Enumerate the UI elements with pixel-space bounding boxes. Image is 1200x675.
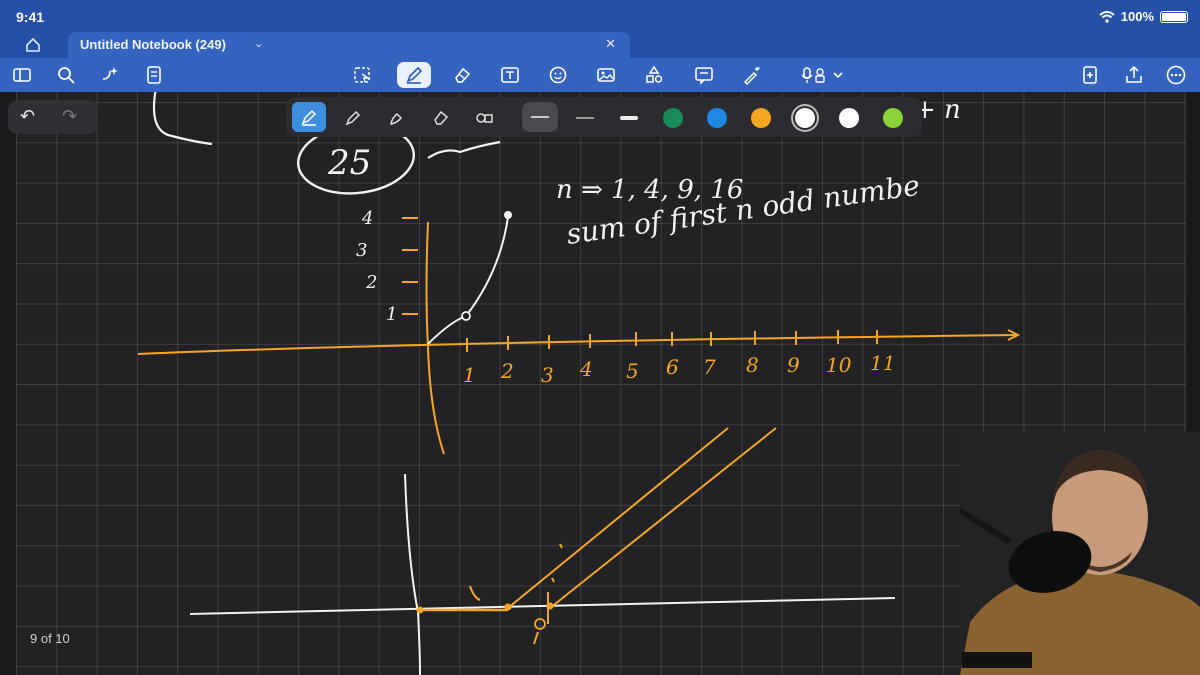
x-tick-label: 8 — [746, 353, 759, 377]
share-icon[interactable] — [1122, 63, 1146, 87]
x-tick-label: 6 — [666, 355, 679, 379]
shapes-icon[interactable] — [472, 105, 498, 131]
notebook-canvas[interactable]: 25 + n n ⇒ 1, 4, 9, 16 sum of first n od… — [0, 92, 1200, 675]
laser-pointer-icon[interactable] — [740, 63, 764, 87]
thickness-bold-button[interactable] — [616, 105, 642, 131]
color-swatch-lime[interactable] — [883, 108, 903, 128]
pen-options-strip — [286, 97, 922, 137]
undo-redo-group: ↶ ↷ — [8, 100, 98, 134]
close-icon[interactable]: ✕ — [605, 36, 616, 52]
chevron-down-icon[interactable]: ⌄ — [254, 37, 263, 50]
more-icon[interactable] — [1164, 63, 1188, 87]
undo-icon[interactable]: ↶ — [20, 106, 35, 127]
tab-title: Untitled Notebook (249) — [80, 37, 226, 52]
search-icon[interactable] — [54, 63, 78, 87]
lasso-icon[interactable] — [350, 63, 374, 87]
circled-number: 25 — [327, 143, 371, 183]
sticker-icon[interactable] — [546, 63, 570, 87]
x-tick-label: 2 — [500, 359, 514, 383]
x-tick-label: 10 — [826, 353, 852, 377]
comment-icon[interactable] — [692, 63, 716, 87]
x-tick-labels: 1 2 3 4 5 6 7 8 9 10 11 — [463, 351, 895, 387]
webcam-overlay — [960, 432, 1200, 675]
x-tick-label: 1 — [463, 363, 476, 387]
brush-pen-icon[interactable] — [384, 105, 410, 131]
pen-icon[interactable] — [397, 62, 431, 88]
x-tick-label: 9 — [787, 353, 800, 377]
shapes-icon[interactable] — [642, 63, 666, 87]
thickness-fine-button[interactable] — [522, 102, 558, 132]
document-icon[interactable] — [142, 63, 166, 87]
eraser-icon[interactable] — [428, 105, 454, 131]
home-icon[interactable] — [24, 36, 42, 54]
y-tick-label: 1 — [386, 304, 397, 325]
color-swatch-white[interactable] — [839, 108, 859, 128]
y-tick-label: 2 — [365, 272, 377, 293]
y-tick-label: 3 — [356, 240, 367, 261]
x-tick-label: 11 — [870, 351, 895, 375]
tab-bar: Untitled Notebook (249) ⌄ ✕ — [0, 32, 1200, 58]
add-page-icon[interactable] — [1078, 63, 1102, 87]
status-bar: 9:41 100% — [0, 0, 1200, 32]
y-tick-labels: 4 3 2 1 — [356, 208, 397, 325]
x-tick-label: 7 — [703, 355, 716, 379]
sparkle-icon[interactable] — [98, 63, 122, 87]
thickness-medium-button[interactable] — [572, 105, 598, 131]
battery-icon — [1160, 10, 1188, 23]
redo-icon[interactable]: ↷ — [62, 106, 77, 127]
sidebar-icon[interactable] — [10, 63, 34, 87]
color-swatch-blue[interactable] — [707, 108, 727, 128]
toolbar — [0, 58, 1200, 92]
y-tick-label: 4 — [361, 208, 373, 229]
x-tick-label: 3 — [541, 363, 554, 387]
wifi-icon — [1099, 10, 1115, 23]
tab-notebook[interactable]: Untitled Notebook (249) ⌄ ✕ — [68, 32, 630, 58]
status-time: 9:41 — [16, 9, 45, 25]
status-right: 100% — [1099, 9, 1188, 24]
image-icon[interactable] — [594, 63, 618, 87]
text-icon[interactable] — [498, 63, 522, 87]
color-swatch-green[interactable] — [663, 108, 683, 128]
microphone-icon[interactable] — [800, 63, 846, 87]
color-swatch-orange[interactable] — [751, 108, 771, 128]
page-counter: 9 of 10 — [30, 631, 70, 646]
battery-percent: 100% — [1120, 9, 1154, 24]
x-tick-label: 4 — [579, 357, 593, 381]
eraser-icon[interactable] — [450, 63, 474, 87]
fountain-pen-icon[interactable] — [292, 102, 326, 132]
x-tick-label: 5 — [626, 359, 639, 383]
ball-pen-icon[interactable] — [340, 105, 366, 131]
color-swatch-white-selected[interactable] — [795, 108, 815, 128]
